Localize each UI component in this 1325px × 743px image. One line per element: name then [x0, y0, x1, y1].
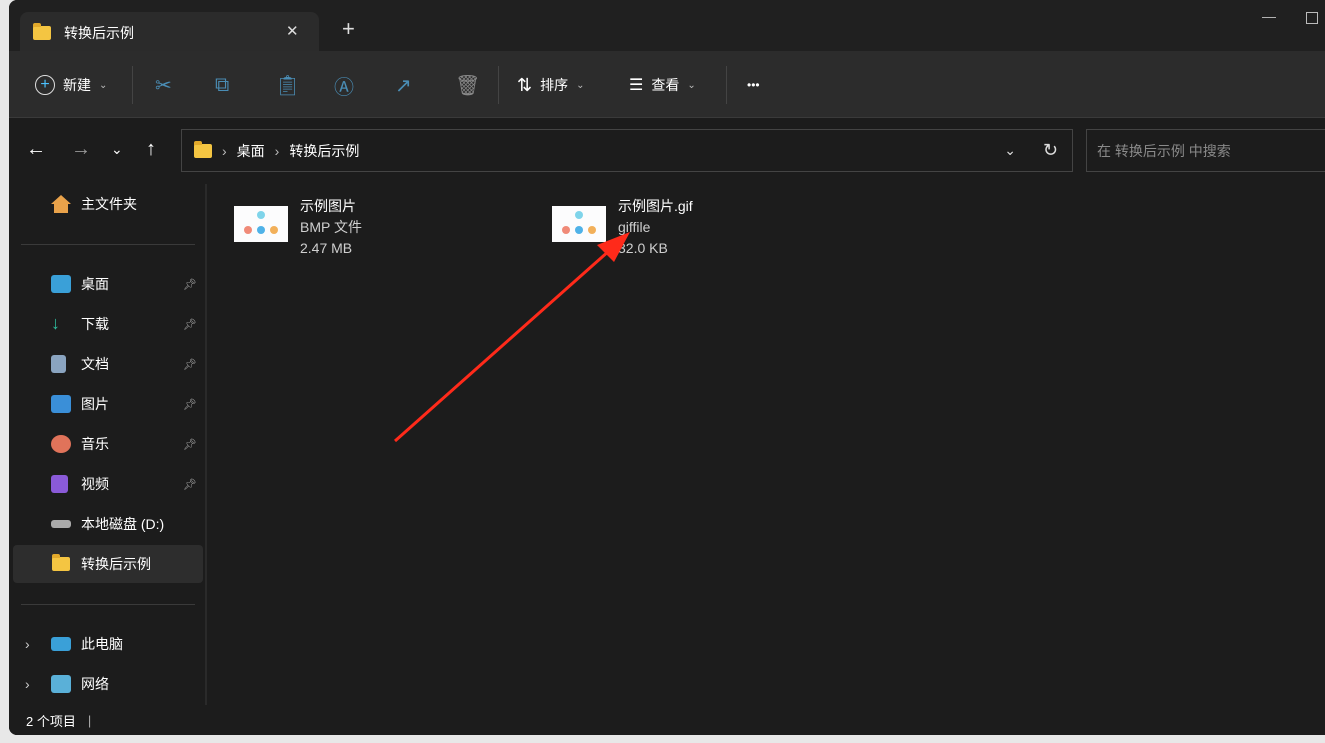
red-arrow-annotation — [394, 232, 630, 443]
arrow-shaft — [394, 248, 611, 443]
